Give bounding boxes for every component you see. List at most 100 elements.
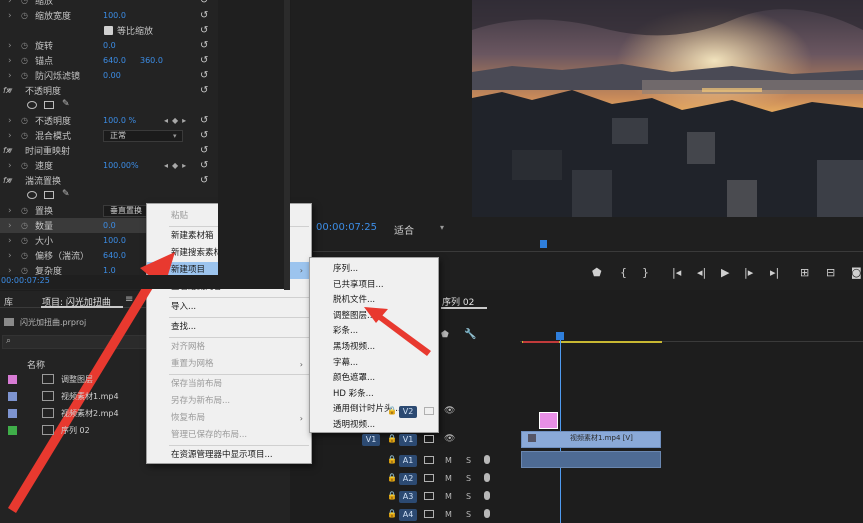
stopwatch-icon[interactable]: ◷ [21, 11, 29, 20]
stopwatch-icon[interactable]: ◷ [21, 131, 29, 140]
reset-icon[interactable]: ↺ [200, 55, 208, 66]
chevron-right-icon[interactable]: › [8, 11, 16, 21]
menu-item[interactable]: 导入... [147, 299, 311, 316]
lock-icon[interactable]: 🔒 [387, 473, 397, 482]
stopwatch-icon[interactable]: ◷ [21, 266, 29, 275]
chevron-right-icon[interactable]: › [8, 251, 16, 261]
label-color-swatch[interactable] [8, 375, 17, 384]
stopwatch-icon[interactable]: ◷ [21, 0, 29, 5]
adjustment-layer-drag-thumb[interactable] [539, 412, 558, 429]
chevron-right-icon[interactable]: › [8, 0, 16, 6]
track-target[interactable]: A1 [399, 455, 417, 467]
submenu-item[interactable]: 调整图层... [310, 308, 438, 324]
eye-icon[interactable]: 👁 [444, 434, 455, 444]
lock-icon[interactable]: 🔒 [387, 455, 397, 464]
reset-icon[interactable]: ↺ [200, 130, 208, 141]
chevron-right-icon[interactable]: › [8, 131, 16, 141]
reset-icon[interactable]: ↺ [200, 70, 208, 81]
lift-icon[interactable]: ⊞ [800, 266, 809, 279]
ellipse-mask-icon[interactable] [27, 101, 37, 109]
fx-scrollbar[interactable] [284, 0, 290, 290]
sync-lock-icon[interactable] [424, 407, 434, 415]
property-value[interactable]: 640.0 [103, 251, 126, 260]
mark-out-icon[interactable]: } [642, 266, 649, 279]
lock-icon[interactable]: 🔒 [387, 491, 397, 500]
panel-menu-icon[interactable]: ≡ [125, 294, 133, 305]
menu-item[interactable]: 在资源管理器中显示项目... [147, 447, 311, 464]
chevron-right-icon[interactable]: › [8, 236, 16, 246]
submenu-item[interactable]: HD 彩条... [310, 386, 438, 402]
stopwatch-icon[interactable]: ◷ [21, 71, 29, 80]
wrench-icon[interactable]: 🔧 [464, 329, 476, 340]
property-value[interactable]: 1.0 [103, 266, 116, 275]
stopwatch-icon[interactable]: ◷ [21, 56, 29, 65]
sync-lock-icon[interactable] [424, 510, 434, 518]
lock-icon[interactable]: 🔒 [387, 434, 397, 443]
chevron-right-icon[interactable]: › [8, 206, 16, 216]
solo-button[interactable]: S [466, 474, 471, 483]
monitor-playhead[interactable] [540, 240, 547, 248]
submenu-item[interactable]: 序列... [310, 261, 438, 277]
lock-icon[interactable]: 🔒 [387, 406, 397, 415]
sync-lock-icon[interactable] [424, 492, 434, 500]
sync-lock-icon[interactable] [424, 435, 434, 443]
solo-button[interactable]: S [466, 492, 471, 501]
submenu-item[interactable]: 黑场视频... [310, 339, 438, 355]
go-to-in-icon[interactable]: |◂ [672, 266, 681, 279]
fx-toggle-icon[interactable]: fx [3, 176, 11, 185]
program-timecode[interactable]: 00:00:07:25 [316, 222, 377, 233]
chevron-down-icon[interactable]: ▾ [440, 223, 444, 232]
uniform-scale-checkbox[interactable] [104, 26, 113, 35]
property-value[interactable]: 100.0 [103, 11, 126, 20]
ellipse-mask-icon[interactable] [27, 191, 37, 199]
property-value[interactable]: 0.0 [103, 221, 116, 230]
column-header-name[interactable]: 名称 [27, 358, 45, 371]
chevron-right-icon[interactable]: › [8, 266, 16, 276]
microphone-icon[interactable] [484, 455, 490, 464]
chevron-right-icon[interactable]: › [8, 161, 16, 171]
chevron-right-icon[interactable]: › [8, 116, 16, 126]
reset-icon[interactable]: ↺ [200, 0, 208, 6]
submenu-item[interactable]: 颜色遮罩... [310, 370, 438, 386]
keyframe-nav-icon[interactable]: ◂◆▸ [164, 116, 190, 125]
stopwatch-icon[interactable]: ◷ [21, 251, 29, 260]
reset-icon[interactable]: ↺ [200, 145, 208, 156]
rect-mask-icon[interactable] [44, 191, 54, 199]
monitor-time-ruler[interactable] [313, 240, 863, 252]
project-item[interactable]: 调整图层 [0, 371, 290, 388]
microphone-icon[interactable] [484, 509, 490, 518]
mute-button[interactable]: M [445, 510, 452, 519]
pen-icon[interactable]: ✎ [62, 99, 70, 109]
label-color-swatch[interactable] [8, 392, 17, 401]
microphone-icon[interactable] [484, 473, 490, 482]
mark-in-icon[interactable]: { [620, 266, 627, 279]
track-target[interactable]: A3 [399, 491, 417, 503]
property-value[interactable]: 100.00% [103, 161, 139, 170]
sync-lock-icon[interactable] [424, 474, 434, 482]
mute-button[interactable]: M [445, 492, 452, 501]
fx-toggle-icon[interactable]: fx [3, 86, 11, 95]
play-icon[interactable]: ▶ [721, 266, 729, 279]
submenu-item[interactable]: 字幕... [310, 355, 438, 371]
reset-icon[interactable]: ↺ [200, 160, 208, 171]
go-to-out-icon[interactable]: ▸| [770, 266, 779, 279]
microphone-icon[interactable] [484, 491, 490, 500]
rect-mask-icon[interactable] [44, 101, 54, 109]
marker-icon[interactable]: ⬟ [441, 330, 449, 340]
property-value[interactable]: 640.0 [103, 56, 126, 65]
property-value[interactable]: 360.0 [140, 56, 163, 65]
step-back-icon[interactable]: ◂| [697, 266, 706, 279]
reset-icon[interactable]: ↺ [200, 40, 208, 51]
lock-icon[interactable]: 🔒 [387, 509, 397, 518]
step-forward-icon[interactable]: |▸ [744, 266, 753, 279]
property-value[interactable]: 100.0 % [103, 116, 136, 125]
property-dropdown[interactable]: 正常 [103, 129, 183, 142]
solo-button[interactable]: S [466, 510, 471, 519]
chevron-down-icon[interactable]: ▾ [173, 132, 177, 140]
stopwatch-icon[interactable]: ◷ [21, 161, 29, 170]
track-target[interactable]: A2 [399, 473, 417, 485]
reset-icon[interactable]: ↺ [200, 85, 208, 96]
eye-icon[interactable]: 👁 [444, 406, 455, 416]
submenu-item[interactable]: 已共享项目... [310, 277, 438, 293]
project-item[interactable]: 视频素材2.mp4 [0, 405, 290, 422]
